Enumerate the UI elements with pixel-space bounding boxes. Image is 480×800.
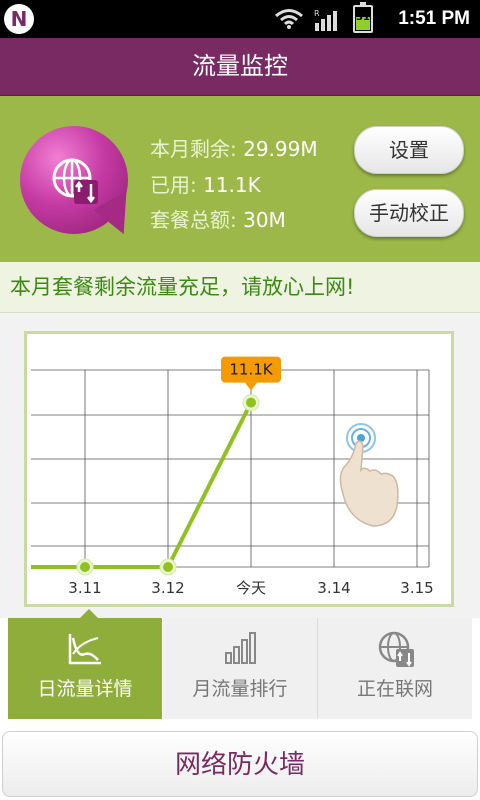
- remaining-traffic: 本月剩余: 29.99M: [150, 133, 318, 162]
- plan-total: 套餐总额: 30M: [150, 204, 286, 233]
- tab-bar: 日流量详情 月流量排行 正在联网: [8, 609, 472, 719]
- battery-level-label: 31: [356, 12, 370, 23]
- tab-monthly-ranking[interactable]: 月流量排行: [163, 618, 318, 719]
- settings-button[interactable]: 设置: [354, 126, 464, 174]
- globe-download-icon: [52, 158, 98, 204]
- manual-calibrate-button[interactable]: 手动校正: [354, 189, 464, 237]
- roaming-label: R: [314, 9, 320, 18]
- traffic-logo: [20, 126, 145, 242]
- line-chart-svg: 11.1K 3.11 3.12 今天 3.14 3.15: [31, 356, 434, 597]
- total-value: 30M: [243, 208, 286, 232]
- remaining-label: 本月剩余:: [150, 137, 244, 161]
- used-value: 11.1K: [203, 173, 261, 197]
- data-point: [246, 397, 256, 408]
- firewall-button[interactable]: 网络防火墙: [2, 731, 478, 797]
- tab-now-online[interactable]: 正在联网: [318, 618, 472, 719]
- x-tick-label: 3.15: [400, 579, 433, 597]
- tab-daily-label: 日流量详情: [37, 678, 133, 700]
- battery-icon: 31: [353, 2, 373, 33]
- data-label: 11.1K: [229, 361, 273, 379]
- tab-monthly-label: 月流量排行: [192, 678, 288, 700]
- total-label: 套餐总额:: [150, 208, 244, 232]
- traffic-summary-panel: 本月剩余: 29.99M 已用: 11.1K 套餐总额: 30M 设置 手动校正: [0, 96, 480, 262]
- status-clock: 1:51 PM: [398, 8, 470, 29]
- tab-online-label: 正在联网: [356, 678, 433, 700]
- traffic-notice-bar: 本月套餐剩余流量充足，请放心上网!: [0, 262, 480, 313]
- bar-chart-icon: [225, 632, 256, 664]
- x-tick-label: 3.12: [151, 579, 184, 597]
- used-traffic: 已用: 11.1K: [150, 169, 261, 198]
- cell-signal-icon: R: [314, 9, 337, 31]
- status-bar: N R 31 1:51 PM: [0, 0, 480, 38]
- daily-chart-icon: [68, 634, 101, 665]
- data-point: [80, 562, 90, 572]
- tab-daily-detail[interactable]: 日流量详情: [8, 618, 162, 719]
- series-line: [31, 401, 253, 569]
- remaining-value: 29.99M: [243, 137, 318, 161]
- wifi-icon: [275, 9, 303, 29]
- x-tick-label: 3.14: [317, 579, 350, 597]
- swipe-hand-icon: [339, 440, 399, 527]
- data-label-pointer: [245, 382, 257, 391]
- used-label: 已用:: [150, 173, 204, 197]
- active-tab-pointer: [80, 609, 98, 618]
- globe-download-icon: [378, 631, 414, 667]
- data-point: [163, 562, 173, 572]
- x-tick-label: 今天: [236, 579, 266, 597]
- page-title: 流量监控: [192, 52, 288, 80]
- daily-traffic-chart[interactable]: 11.1K 3.11 3.12 今天 3.14 3.15: [24, 331, 454, 607]
- x-tick-label: 3.11: [68, 579, 101, 597]
- app-notification-icon: N: [4, 4, 34, 34]
- notice-text: 本月套餐剩余流量充足，请放心上网!: [10, 275, 355, 299]
- app-header: 流量监控: [0, 38, 480, 96]
